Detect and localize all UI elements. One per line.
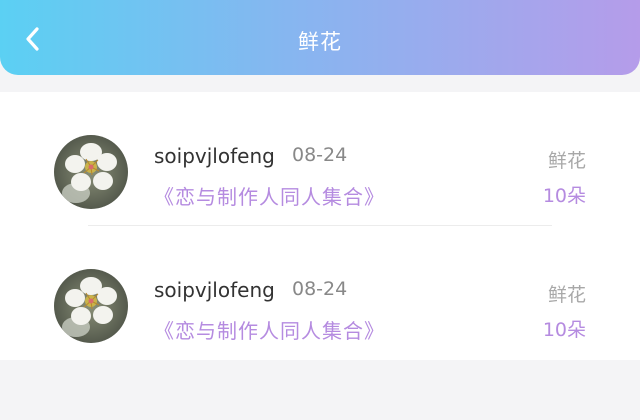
- user-name: soipvjlofeng: [154, 144, 275, 168]
- gift-count: 10朵: [542, 185, 586, 207]
- book-title[interactable]: 《恋与制作人同人集合》: [154, 315, 385, 344]
- book-title[interactable]: 《恋与制作人同人集合》: [154, 181, 385, 210]
- list-item[interactable]: soipvjlofeng 08-24 《恋与制作人同人集合》 鲜花 10朵: [0, 92, 640, 226]
- record-date: 08-24: [292, 144, 348, 166]
- header-bar: 鲜花: [0, 0, 640, 75]
- user-name: soipvjlofeng: [154, 278, 275, 302]
- gift-record-list: soipvjlofeng 08-24 《恋与制作人同人集合》 鲜花 10朵 so…: [0, 92, 640, 360]
- list-item[interactable]: soipvjlofeng 08-24 《恋与制作人同人集合》 鲜花 10朵: [0, 226, 640, 360]
- page-title: 鲜花: [298, 30, 342, 54]
- gift-count: 10朵: [542, 319, 586, 341]
- avatar: [54, 269, 128, 343]
- gift-type: 鲜花: [547, 284, 586, 306]
- gift-type: 鲜花: [547, 150, 586, 172]
- avatar: [54, 135, 128, 209]
- record-date: 08-24: [292, 278, 348, 300]
